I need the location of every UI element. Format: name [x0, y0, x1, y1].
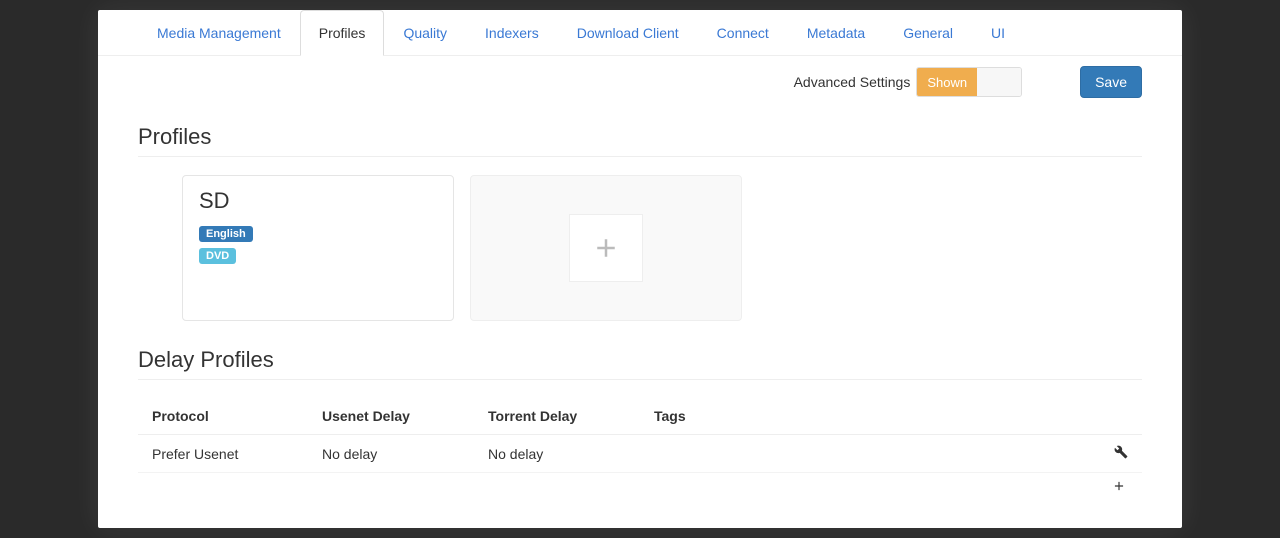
tab-general[interactable]: General [884, 10, 972, 55]
cell-usenet-delay: No delay [322, 446, 488, 462]
plus-icon-box [569, 214, 643, 282]
delay-profiles-heading: Delay Profiles [138, 347, 1142, 380]
add-profile-card[interactable] [470, 175, 742, 321]
delay-profiles-section: Delay Profiles Protocol Usenet Delay Tor… [98, 321, 1182, 499]
advanced-settings-label: Advanced Settings [794, 74, 911, 90]
cell-protocol: Prefer Usenet [152, 446, 322, 462]
settings-tabs: Media Management Profiles Quality Indexe… [98, 10, 1182, 56]
table-row: Prefer Usenet No delay No delay [138, 435, 1142, 473]
profiles-heading: Profiles [138, 124, 1142, 157]
profiles-section: Profiles SD English DVD [98, 98, 1182, 321]
toolbar: Advanced Settings Shown Save [98, 56, 1182, 98]
quality-badge: DVD [199, 248, 236, 264]
header-usenet-delay: Usenet Delay [322, 408, 488, 424]
language-badge: English [199, 226, 253, 242]
tab-download-client[interactable]: Download Client [558, 10, 698, 55]
plus-icon [591, 233, 621, 263]
tab-profiles[interactable]: Profiles [300, 10, 385, 56]
save-button[interactable]: Save [1080, 66, 1142, 98]
tab-ui[interactable]: UI [972, 10, 1024, 55]
add-icon[interactable] [1112, 479, 1126, 493]
table-header: Protocol Usenet Delay Torrent Delay Tags [138, 398, 1142, 435]
header-tags: Tags [654, 408, 1088, 424]
tab-media-management[interactable]: Media Management [138, 10, 300, 55]
add-delay-row [138, 473, 1142, 499]
tab-indexers[interactable]: Indexers [466, 10, 558, 55]
profile-name: SD [199, 188, 437, 214]
wrench-icon[interactable] [1114, 445, 1128, 459]
header-torrent-delay: Torrent Delay [488, 408, 654, 424]
tab-quality[interactable]: Quality [384, 10, 466, 55]
advanced-settings-toggle[interactable]: Shown [916, 67, 1022, 97]
tab-metadata[interactable]: Metadata [788, 10, 884, 55]
delay-table: Protocol Usenet Delay Torrent Delay Tags… [138, 398, 1142, 499]
toggle-state: Shown [917, 68, 977, 96]
header-protocol: Protocol [152, 408, 322, 424]
header-actions [1088, 408, 1128, 424]
profile-card-sd[interactable]: SD English DVD [182, 175, 454, 321]
cell-torrent-delay: No delay [488, 446, 654, 462]
tab-connect[interactable]: Connect [698, 10, 788, 55]
settings-panel: Media Management Profiles Quality Indexe… [98, 10, 1182, 528]
profile-cards: SD English DVD [138, 175, 1142, 321]
toggle-handle [977, 68, 1021, 96]
